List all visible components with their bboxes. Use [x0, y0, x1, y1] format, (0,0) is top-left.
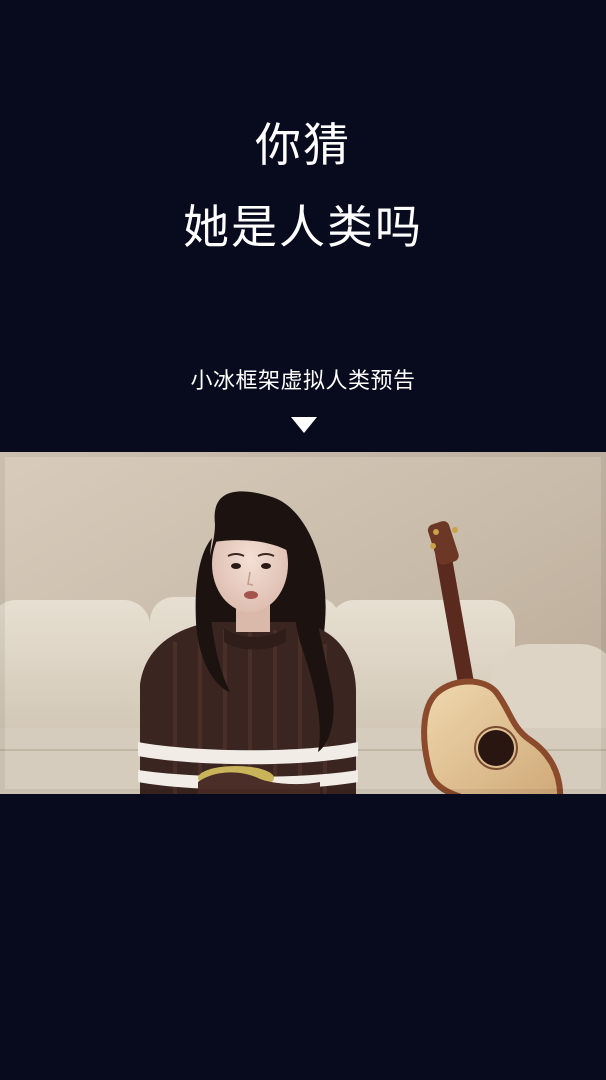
video-scene: [0, 452, 606, 794]
title-line-1: 你猜: [255, 118, 351, 172]
caption-text: 小冰框架虚拟人类预告: [190, 369, 416, 394]
video-thumbnail[interactable]: [0, 452, 606, 794]
triangle-down-icon: [291, 417, 317, 433]
title-line-2: 她是人类吗: [183, 200, 423, 254]
